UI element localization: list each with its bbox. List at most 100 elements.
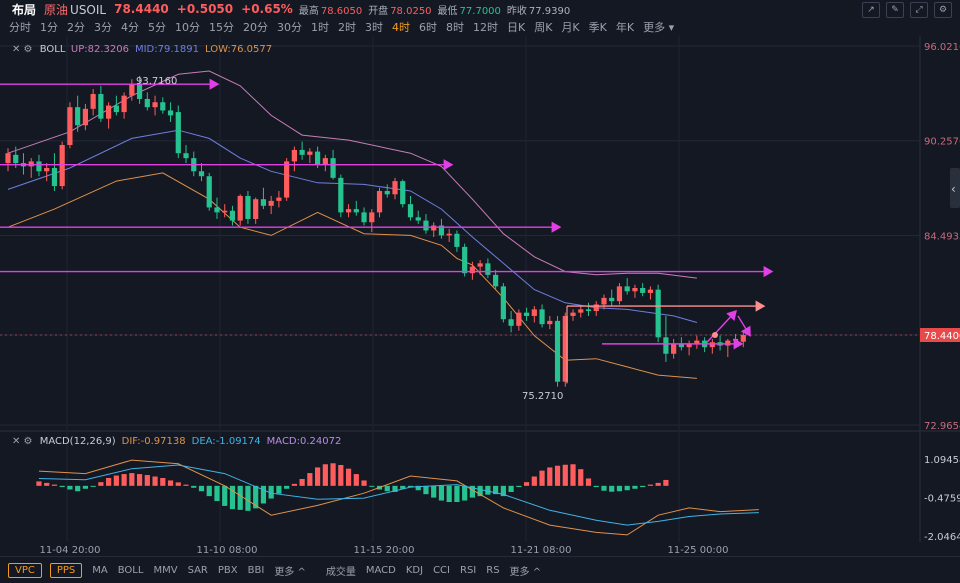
timeframe-tab[interactable]: 30分: [277, 19, 302, 35]
legend-part: MACD(12,26,9): [40, 436, 116, 447]
candle-body: [222, 210, 228, 213]
timeframe-tab[interactable]: 季K: [589, 19, 607, 35]
timeframe-tab[interactable]: 年K: [616, 19, 634, 35]
macd-bar: [454, 485, 460, 503]
x-tick-label: 11-04 20:00: [39, 545, 100, 556]
macd-bar: [82, 485, 88, 489]
candle-body: [237, 195, 243, 221]
timeframe-tab[interactable]: 日K: [507, 19, 525, 35]
timeframe-tab[interactable]: 10分: [175, 19, 200, 35]
timeframe-tab[interactable]: 更多 ▾: [643, 19, 674, 35]
macd-tick-label: 1.09458: [924, 455, 960, 466]
timeframe-tab[interactable]: 15分: [209, 19, 234, 35]
candle-body: [67, 107, 73, 145]
sub-indicator-tab[interactable]: 成交量: [326, 563, 356, 578]
candle-body: [44, 167, 50, 172]
candle-body: [601, 297, 607, 305]
macd-bar: [206, 485, 212, 497]
more-sub-indicators[interactable]: 更多: [510, 563, 542, 578]
timeframe-tab[interactable]: 20分: [243, 19, 268, 35]
macd-bar: [214, 485, 220, 502]
macd-bar: [609, 485, 615, 492]
low-stat: 最低 77.7000: [437, 5, 501, 17]
candle-body: [516, 312, 522, 326]
candle-body: [431, 225, 437, 231]
timeframe-tab[interactable]: 周K: [534, 19, 552, 35]
macd-bar: [585, 478, 592, 486]
timeframe-tab[interactable]: 4时: [392, 19, 410, 35]
candle-body: [376, 191, 383, 213]
candle-body: [616, 286, 623, 302]
main-indicator-tab[interactable]: BBI: [248, 565, 265, 576]
macd-bar: [431, 485, 437, 498]
candle-body: [624, 286, 630, 292]
timeframe-tab[interactable]: 分时: [9, 19, 31, 35]
candle-body: [90, 94, 96, 109]
main-indicator-tab[interactable]: MMV: [153, 565, 177, 576]
legend-part: LOW:: [205, 44, 231, 55]
main-indicator-tab[interactable]: SAR: [188, 565, 208, 576]
candle-body: [167, 110, 174, 116]
sub-indicator-tab[interactable]: KDJ: [406, 565, 423, 576]
macd-bar: [75, 485, 81, 492]
expand-icon[interactable]: ⤢: [910, 2, 928, 18]
candle-body: [647, 289, 654, 293]
macd-tick-label: -2.04646: [924, 532, 960, 543]
timeframe-tab[interactable]: 1时: [311, 19, 329, 35]
sub-indicator-tab[interactable]: CCI: [433, 565, 450, 576]
symbol-name: 原油: [44, 2, 69, 17]
candle-body: [531, 309, 537, 316]
candle-body: [392, 181, 398, 195]
candle-body: [415, 217, 421, 221]
chart-area[interactable]: 96.0216 90.2576 84.4935 78.4400 72.9654 93.71…: [0, 36, 960, 556]
sub-indicator-tab[interactable]: MACD: [366, 565, 396, 576]
layout-button[interactable]: 布局: [12, 1, 36, 18]
timeframe-tab[interactable]: 月K: [561, 19, 579, 35]
timeframe-tab[interactable]: 8时: [446, 19, 464, 35]
sub-indicator-tab[interactable]: RSI: [460, 565, 476, 576]
draw-icon[interactable]: ✎: [886, 2, 904, 18]
timeframe-tab[interactable]: 3分: [94, 19, 112, 35]
legend-part: 76.0577: [231, 44, 272, 55]
macd-bar: [291, 483, 297, 486]
candle-body: [121, 95, 127, 113]
main-indicator-tab[interactable]: PBX: [218, 565, 238, 576]
timeframe-tab[interactable]: 4分: [121, 19, 139, 35]
indicator-badge[interactable]: PPS: [49, 562, 83, 578]
symbol[interactable]: 原油 USOIL: [44, 1, 106, 18]
candle-body: [245, 195, 251, 219]
indicator-badge[interactable]: VPC: [8, 562, 42, 578]
candle-body: [198, 171, 205, 177]
cursor-icon[interactable]: ↗: [862, 2, 880, 18]
legend-part: MID:: [135, 44, 158, 55]
timeframe-tab[interactable]: 1分: [40, 19, 58, 35]
candle-body: [5, 153, 11, 164]
candle-body: [75, 107, 81, 126]
candle-body: [98, 94, 104, 119]
legend-part: DEA:: [192, 436, 216, 447]
main-indicator-tab[interactable]: BOLL: [118, 565, 144, 576]
price-tick-label: 72.9654: [924, 421, 960, 432]
price-change-pct: +0.65%: [241, 2, 293, 16]
sub-indicator-tab[interactable]: RS: [486, 565, 499, 576]
timeframe-tab[interactable]: 2时: [338, 19, 356, 35]
x-tick-label: 11-25 00:00: [667, 545, 728, 556]
timeframe-tab[interactable]: 5分: [148, 19, 166, 35]
candle-body: [345, 209, 352, 213]
candle-body: [709, 342, 715, 348]
macd-bar: [640, 485, 646, 488]
main-indicator-tab[interactable]: MA: [92, 565, 107, 576]
timeframe-tab[interactable]: 2分: [67, 19, 85, 35]
macd-bar: [345, 468, 352, 486]
more-main-indicators[interactable]: 更多: [274, 563, 306, 578]
settings-icon[interactable]: ⚙: [934, 2, 952, 18]
timeframe-tab[interactable]: 3时: [365, 19, 383, 35]
candle-body: [585, 309, 592, 312]
macd-bar: [51, 484, 58, 486]
x-tick-label: 11-15 20:00: [353, 545, 414, 556]
timeframe-tab[interactable]: 6时: [419, 19, 437, 35]
candle-body: [400, 181, 406, 205]
chevron-left-icon: ‹: [951, 182, 956, 196]
timeframe-tab[interactable]: 12时: [473, 19, 498, 35]
macd-bar: [237, 485, 243, 510]
